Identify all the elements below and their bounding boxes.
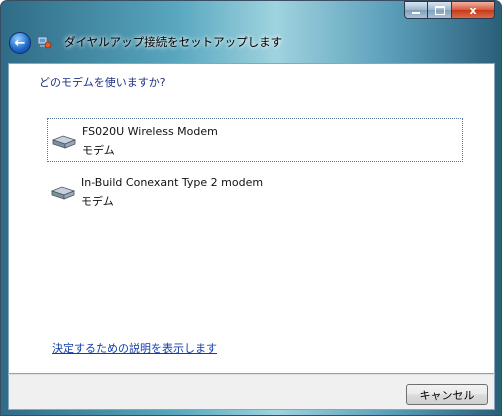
minimize-icon xyxy=(412,12,420,14)
caption-buttons: x xyxy=(404,1,495,19)
title-bar[interactable]: x ← ダイヤルアップ接続をセットアップします xyxy=(1,1,501,63)
back-arrow-icon: ← xyxy=(14,35,26,51)
modem-option-fs020u[interactable]: FS020U Wireless Modem モデム xyxy=(47,118,463,162)
maximize-icon xyxy=(434,5,445,15)
dialup-connection-icon xyxy=(37,36,52,49)
dialog-window: x ← ダイヤルアップ接続をセットアップします どのモデムを使いますか? FS0… xyxy=(0,0,502,416)
modem-name: FS020U Wireless Modem xyxy=(82,125,218,138)
content-panel: どのモデムを使いますか? FS020U Wireless Modem モデム I… xyxy=(8,63,495,374)
modem-icon xyxy=(51,186,75,200)
cancel-button[interactable]: キャンセル xyxy=(406,384,488,405)
modem-option-conexant[interactable]: In-Build Conexant Type 2 modem モデム xyxy=(47,170,463,214)
close-icon: x xyxy=(469,3,477,17)
maximize-button[interactable] xyxy=(428,1,452,19)
modem-icon xyxy=(52,135,76,149)
modem-type: モデム xyxy=(81,195,114,208)
back-button[interactable]: ← xyxy=(9,32,31,54)
help-link[interactable]: 決定するための説明を表示します xyxy=(52,340,217,356)
footer-bar: キャンセル xyxy=(8,374,495,410)
minimize-button[interactable] xyxy=(404,1,428,19)
modem-name: In-Build Conexant Type 2 modem xyxy=(81,176,264,189)
modem-type: モデム xyxy=(82,144,115,157)
close-button[interactable]: x xyxy=(452,1,495,19)
window-title: ダイヤルアップ接続をセットアップします xyxy=(64,35,283,49)
page-heading: どのモデムを使いますか? xyxy=(39,76,166,89)
